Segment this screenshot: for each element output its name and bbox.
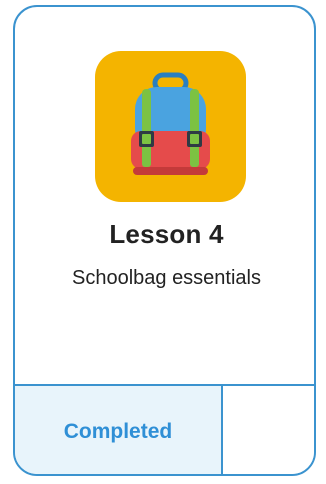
completed-status-button[interactable]: Completed xyxy=(15,386,223,474)
lesson-icon-tile xyxy=(95,51,246,202)
lesson-title: Lesson 4 xyxy=(109,219,224,249)
lesson-card[interactable]: Lesson 4 Schoolbag essentials Completed xyxy=(13,5,316,476)
card-footer: Completed xyxy=(15,384,314,474)
lesson-subtitle: Schoolbag essentials xyxy=(71,267,261,289)
backpack-icon xyxy=(131,72,210,175)
footer-empty-cell xyxy=(223,386,314,474)
status-label: Completed xyxy=(63,420,173,443)
